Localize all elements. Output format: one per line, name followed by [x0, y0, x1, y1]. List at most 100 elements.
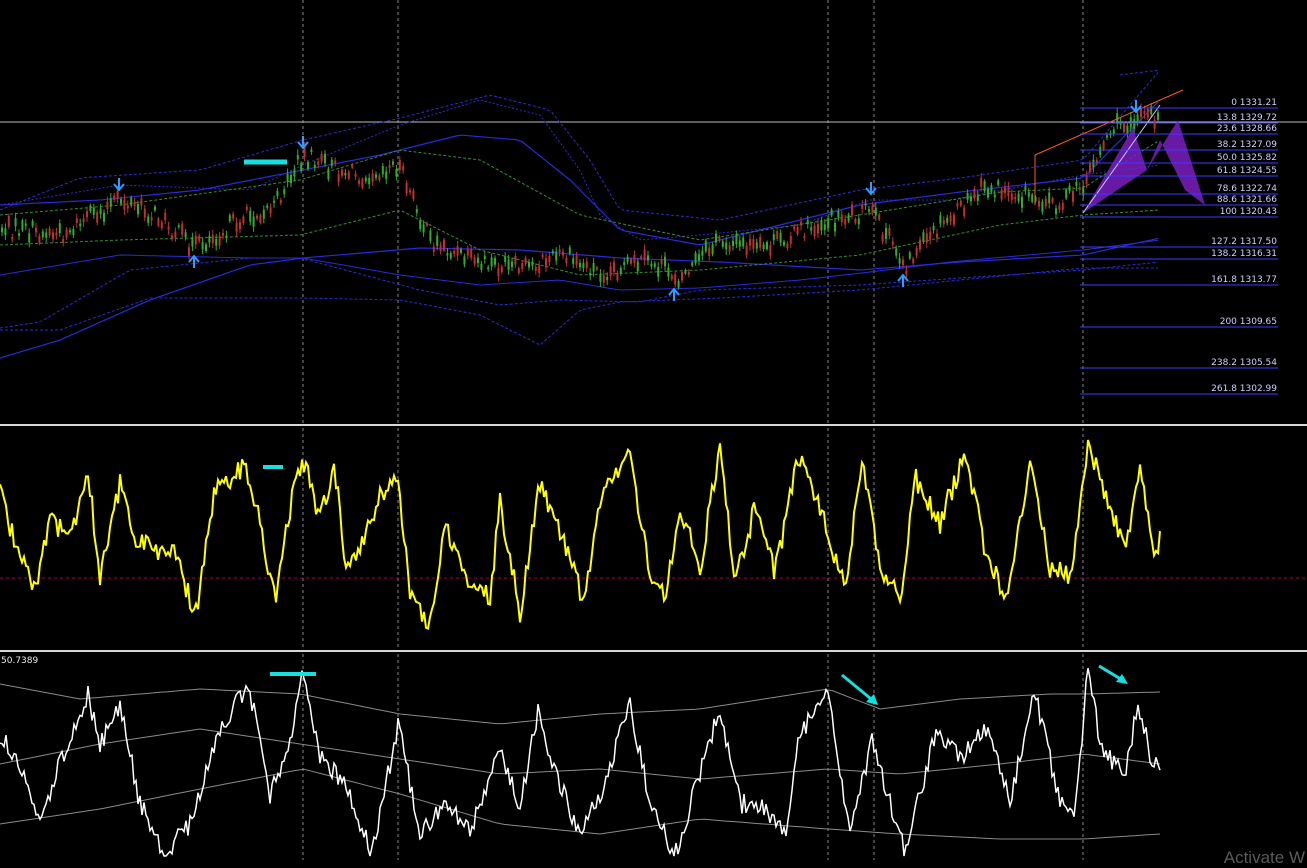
candle-body — [426, 223, 428, 226]
candle-body — [616, 272, 619, 281]
candle-body — [62, 238, 65, 244]
candle-body — [79, 223, 82, 227]
candle-body — [262, 209, 265, 219]
candle-body — [823, 224, 826, 230]
candle-body — [24, 223, 27, 226]
fibonacci-level-label: 38.2 1327.09 — [1217, 140, 1277, 150]
candle-body — [164, 212, 167, 221]
fibonacci-level-label: 200 1309.65 — [1220, 317, 1277, 327]
candle-body — [602, 275, 605, 283]
candle-body — [871, 205, 874, 212]
candle-body — [749, 239, 751, 246]
candle-body — [395, 169, 398, 177]
candle-body — [589, 273, 592, 276]
candle-body — [334, 160, 337, 164]
candle-body — [793, 226, 796, 230]
candle-body — [279, 200, 282, 204]
candle-body — [483, 255, 486, 260]
candle-body — [902, 259, 904, 266]
candle-body — [555, 251, 558, 261]
candle-body — [970, 196, 972, 202]
candle-body — [755, 242, 758, 249]
fibonacci-level-label: 238.2 1305.54 — [1211, 358, 1277, 368]
fibonacci-level-label: 161.8 1313.77 — [1211, 275, 1277, 285]
candlesticks — [1, 103, 1159, 290]
price-chart[interactable]: 0 1331.21 13.8 1329.7223.6 1328.66 38.2 13… — [0, 0, 1307, 424]
candle-body — [922, 232, 925, 242]
candle-body — [579, 263, 581, 268]
candle-body — [201, 242, 204, 250]
candle-body — [378, 175, 381, 180]
candle-body — [140, 198, 143, 206]
candle-body — [728, 245, 731, 252]
candle-body — [715, 233, 717, 243]
candle-body — [215, 239, 218, 246]
candle-body — [1129, 117, 1132, 128]
candle-body — [307, 162, 309, 169]
pane-separator[interactable] — [0, 424, 1307, 426]
oscillator-2-chart[interactable] — [0, 654, 1307, 860]
candle-body — [538, 265, 541, 273]
candle-body — [551, 250, 554, 254]
candle-body — [1112, 129, 1115, 134]
candle-body — [419, 220, 422, 229]
candle-body — [154, 206, 156, 211]
candle-body — [684, 269, 687, 274]
candle-body — [181, 223, 184, 235]
candle-body — [929, 231, 932, 240]
candle-body — [568, 247, 571, 254]
candle-body — [1000, 189, 1003, 200]
candle-body — [1044, 198, 1047, 207]
candle-body — [436, 235, 439, 246]
candle-body — [28, 233, 31, 243]
candle-body — [1133, 119, 1136, 129]
candle-body — [891, 241, 894, 245]
oscillator-1-pane[interactable] — [0, 428, 1307, 650]
candle-body — [167, 226, 170, 230]
oscillator-2-value: 50.7389 — [1, 656, 39, 666]
candle-body — [324, 153, 326, 164]
candle-body — [953, 214, 955, 225]
oscillator-1-chart[interactable] — [0, 428, 1307, 650]
fibonacci-level-label: 100 1320.43 — [1220, 207, 1277, 217]
pane-separator[interactable] — [0, 650, 1307, 652]
candle-body — [347, 171, 350, 179]
candle-body — [585, 261, 588, 268]
candle-body — [1027, 192, 1030, 197]
candle-body — [412, 190, 415, 200]
candle-body — [857, 218, 860, 225]
envelope-upper — [0, 99, 1159, 241]
candle-body — [269, 207, 272, 214]
candle-body — [1007, 187, 1010, 197]
oscillator-2-pane[interactable]: 50.7389 Activate W — [0, 654, 1307, 867]
candle-body — [670, 275, 673, 280]
candle-body — [606, 277, 609, 281]
candle-body — [874, 207, 877, 216]
price-chart-pane[interactable]: 0 1331.21 13.8 1329.72 23.6 1328.66 38.2 13… — [0, 0, 1307, 424]
candle-body — [222, 232, 224, 236]
candle-body — [473, 257, 476, 264]
candle-body — [1075, 182, 1078, 186]
candle-body — [973, 188, 976, 199]
candle-body — [745, 245, 748, 256]
candle-body — [674, 274, 677, 285]
candle-body — [150, 217, 153, 221]
oscillator-2-upper-band — [0, 683, 1161, 725]
candle-body — [647, 255, 649, 261]
candle-body — [388, 165, 391, 169]
candle-body — [626, 256, 629, 262]
candle-body — [534, 267, 537, 271]
candle-body — [99, 208, 102, 215]
candle-body — [987, 188, 989, 198]
candle-body — [290, 175, 292, 184]
candle-body — [317, 161, 320, 165]
candle-body — [477, 257, 479, 263]
candle-body — [596, 267, 598, 270]
candle-body — [677, 281, 680, 288]
candle-body — [820, 221, 823, 231]
candle-body — [1004, 186, 1006, 194]
candle-body — [742, 237, 745, 247]
candle-body — [1123, 123, 1125, 133]
candle-body — [7, 215, 10, 227]
candle-body — [249, 210, 252, 222]
